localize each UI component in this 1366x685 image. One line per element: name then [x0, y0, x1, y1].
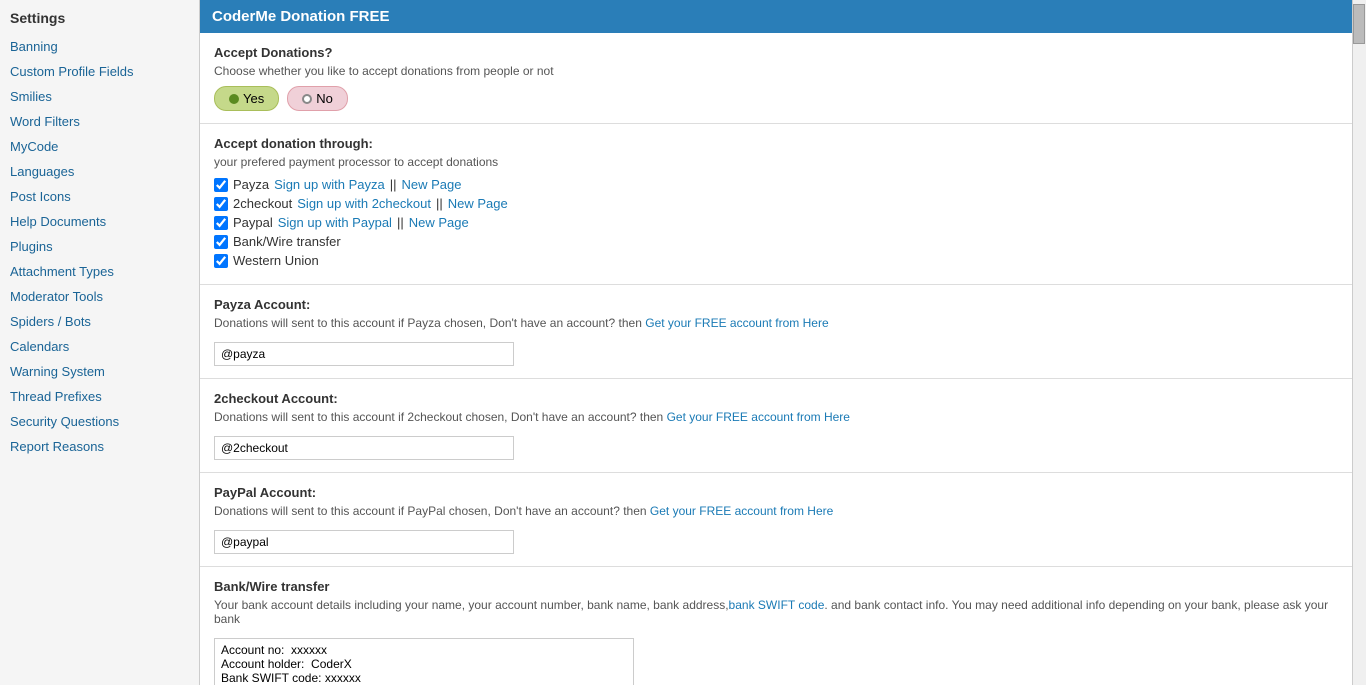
2checkout-label: 2checkout	[233, 196, 292, 211]
payza-account-link[interactable]: Get your FREE account from Here	[645, 316, 828, 330]
bank-swift-link[interactable]: bank SWIFT code	[729, 598, 825, 612]
sidebar-item-banning[interactable]: Banning	[0, 34, 199, 59]
sidebar-item-moderator-tools[interactable]: Moderator Tools	[0, 284, 199, 309]
sidebar-item-help-documents[interactable]: Help Documents	[0, 209, 199, 234]
no-radio-dot	[302, 94, 312, 104]
section-accept-donations: Accept Donations? Choose whether you lik…	[200, 33, 1352, 124]
bank-wire-section-desc: Your bank account details including your…	[214, 598, 1338, 626]
paypal-label: Paypal	[233, 215, 273, 230]
checkbox-bank-wire-input[interactable]	[214, 235, 228, 249]
paypal-newpage-link[interactable]: New Page	[409, 215, 469, 230]
section-bank-wire: Bank/Wire transfer Your bank account det…	[200, 567, 1352, 685]
sidebar-title: Settings	[0, 4, 199, 34]
paypal-account-link[interactable]: Get your FREE account from Here	[650, 504, 833, 518]
sidebar-item-spiders-bots[interactable]: Spiders / Bots	[0, 309, 199, 334]
paypal-signup-link[interactable]: Sign up with Paypal	[278, 215, 392, 230]
sidebar-item-warning-system[interactable]: Warning System	[0, 359, 199, 384]
payza-account-input[interactable]	[214, 342, 514, 366]
checkout-account-input[interactable]	[214, 436, 514, 460]
paypal-account-desc: Donations will sent to this account if P…	[214, 504, 1338, 518]
page-title: CoderMe Donation FREE	[212, 8, 390, 25]
sidebar-item-mycode[interactable]: MyCode	[0, 134, 199, 159]
accept-donations-desc: Choose whether you like to accept donati…	[214, 64, 1338, 78]
checkout-account-title: 2checkout Account:	[214, 391, 1338, 406]
checkbox-2checkout-input[interactable]	[214, 197, 228, 211]
2checkout-newpage-link[interactable]: New Page	[448, 196, 508, 211]
western-union-label: Western Union	[233, 253, 319, 268]
sidebar-item-languages[interactable]: Languages	[0, 159, 199, 184]
paypal-account-title: PayPal Account:	[214, 485, 1338, 500]
yes-radio-dot	[229, 94, 239, 104]
paypal-account-input[interactable]	[214, 530, 514, 554]
sidebar-item-thread-prefixes[interactable]: Thread Prefixes	[0, 384, 199, 409]
checkout-account-desc: Donations will sent to this account if 2…	[214, 410, 1338, 424]
scrollbar-track	[1352, 0, 1366, 685]
payza-label: Payza	[233, 177, 269, 192]
page-header: CoderMe Donation FREE	[200, 0, 1352, 33]
main-content: CoderMe Donation FREE Accept Donations? …	[200, 0, 1352, 685]
section-checkout-account: 2checkout Account: Donations will sent t…	[200, 379, 1352, 473]
checkbox-payza-input[interactable]	[214, 178, 228, 192]
sidebar-item-custom-profile-fields[interactable]: Custom Profile Fields	[0, 59, 199, 84]
yes-label: Yes	[243, 91, 264, 106]
sidebar-item-plugins[interactable]: Plugins	[0, 234, 199, 259]
checkbox-paypal-input[interactable]	[214, 216, 228, 230]
payza-account-desc: Donations will sent to this account if P…	[214, 316, 1338, 330]
section-accept-through: Accept donation through: your prefered p…	[200, 124, 1352, 285]
checkbox-payza: Payza Sign up with Payza || New Page	[214, 177, 1338, 192]
checkbox-western-union: Western Union	[214, 253, 1338, 268]
no-radio-btn[interactable]: No	[287, 86, 348, 111]
sidebar: Settings Banning Custom Profile Fields S…	[0, 0, 200, 685]
checkbox-bank-wire: Bank/Wire transfer	[214, 234, 1338, 249]
yes-radio-btn[interactable]: Yes	[214, 86, 279, 111]
2checkout-signup-link[interactable]: Sign up with 2checkout	[297, 196, 431, 211]
no-label: No	[316, 91, 333, 106]
paypal-separator: ||	[397, 215, 404, 230]
bank-wire-label: Bank/Wire transfer	[233, 234, 341, 249]
2checkout-separator: ||	[436, 196, 443, 211]
payza-account-title: Payza Account:	[214, 297, 1338, 312]
bank-wire-section-title: Bank/Wire transfer	[214, 579, 1338, 594]
section-paypal-account: PayPal Account: Donations will sent to t…	[200, 473, 1352, 567]
sidebar-item-word-filters[interactable]: Word Filters	[0, 109, 199, 134]
sidebar-item-attachment-types[interactable]: Attachment Types	[0, 259, 199, 284]
checkbox-paypal: Paypal Sign up with Paypal || New Page	[214, 215, 1338, 230]
accept-through-title: Accept donation through:	[214, 136, 1338, 151]
sidebar-item-security-questions[interactable]: Security Questions	[0, 409, 199, 434]
payza-signup-link[interactable]: Sign up with Payza	[274, 177, 385, 192]
checkbox-western-union-input[interactable]	[214, 254, 228, 268]
sidebar-item-smilies[interactable]: Smilies	[0, 84, 199, 109]
accept-through-desc: your prefered payment processor to accep…	[214, 155, 1338, 169]
sidebar-item-calendars[interactable]: Calendars	[0, 334, 199, 359]
sidebar-item-post-icons[interactable]: Post Icons	[0, 184, 199, 209]
bank-wire-textarea[interactable]: Account no: xxxxxx Account holder: Coder…	[214, 638, 634, 685]
accept-donations-radio-group: Yes No	[214, 86, 1338, 111]
accept-donations-title: Accept Donations?	[214, 45, 1338, 60]
scrollbar-thumb[interactable]	[1353, 4, 1365, 44]
checkout-account-link[interactable]: Get your FREE account from Here	[667, 410, 850, 424]
checkbox-2checkout: 2checkout Sign up with 2checkout || New …	[214, 196, 1338, 211]
payza-separator: ||	[390, 177, 397, 192]
payza-newpage-link[interactable]: New Page	[401, 177, 461, 192]
section-payza-account: Payza Account: Donations will sent to th…	[200, 285, 1352, 379]
sidebar-item-report-reasons[interactable]: Report Reasons	[0, 434, 199, 459]
